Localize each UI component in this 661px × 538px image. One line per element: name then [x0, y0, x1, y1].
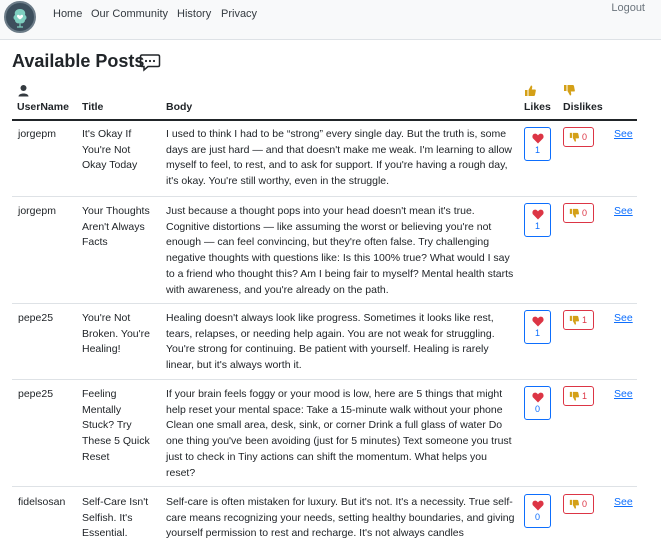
dislike-count: 0	[582, 132, 588, 142]
row-title: Self-Care Isn't Selfish. It's Essential.	[82, 496, 149, 538]
dislike-button[interactable]: 1	[563, 310, 594, 330]
heart-icon	[532, 209, 544, 220]
row-username: pepe25	[18, 312, 54, 324]
header-username: UserName	[17, 101, 69, 113]
row-body: Healing doesn't always look like progres…	[166, 312, 495, 372]
header-likes: Likes	[524, 101, 551, 113]
header-title: Title	[82, 101, 104, 113]
row-divider	[12, 196, 637, 197]
row-username: fidelsosan	[18, 496, 66, 508]
row-title: Your Thoughts Aren't Always Facts	[82, 205, 150, 249]
dislike-count: 0	[582, 208, 588, 218]
nav-our-community-link[interactable]: Our Community	[91, 8, 168, 20]
like-button[interactable]: 1	[524, 310, 551, 344]
like-count: 1	[534, 328, 540, 338]
row-body: Self-care is often mistaken for luxury. …	[166, 496, 515, 538]
heart-icon	[532, 500, 544, 511]
row-username: jorgepm	[18, 128, 56, 140]
row-username: jorgepm	[18, 205, 56, 217]
row-username: pepe25	[18, 388, 54, 400]
heart-icon	[532, 316, 544, 327]
logout-link[interactable]: Logout	[611, 2, 645, 14]
like-button[interactable]: 1	[524, 203, 551, 237]
row-title: Feeling Mentally Stuck? Try These 5 Quic…	[82, 388, 150, 463]
thumbs-down-icon	[569, 132, 580, 142]
dislike-button[interactable]: 0	[563, 203, 594, 223]
like-count: 1	[534, 221, 540, 231]
nav-home-link[interactable]: Home	[53, 8, 82, 20]
heart-icon	[532, 392, 544, 403]
row-body: If your brain feels foggy or your mood i…	[166, 388, 512, 479]
dislike-button[interactable]: 1	[563, 386, 594, 406]
dislike-count: 1	[582, 391, 588, 401]
navbar: Home Our Community History Privacy Logou…	[0, 0, 661, 40]
nav-privacy-link[interactable]: Privacy	[221, 8, 257, 20]
see-post-link[interactable]: See	[614, 388, 633, 400]
heart-icon	[532, 133, 544, 144]
dislike-count: 0	[582, 499, 588, 509]
thumbs-down-icon	[563, 84, 576, 97]
header-divider	[12, 119, 637, 121]
dislike-button[interactable]: 0	[563, 494, 594, 514]
nav-history-link[interactable]: History	[177, 8, 211, 20]
row-divider	[12, 303, 637, 304]
like-count: 0	[534, 404, 540, 414]
chat-bubble-icon	[139, 53, 161, 72]
see-post-link[interactable]: See	[614, 496, 633, 508]
row-body: I used to think I had to be “strong” eve…	[166, 128, 513, 188]
row-title: You're Not Broken. You're Healing!	[82, 312, 150, 356]
header-dislikes: Dislikes	[563, 101, 603, 113]
like-count: 1	[534, 145, 540, 155]
see-post-link[interactable]: See	[614, 312, 633, 324]
like-button[interactable]: 0	[524, 386, 551, 420]
dislike-button[interactable]: 0	[563, 127, 594, 147]
row-title: It's Okay If You're Not Okay Today	[82, 128, 138, 172]
thumbs-down-icon	[569, 391, 580, 401]
thumbs-up-icon	[524, 84, 537, 97]
brain-heart-logo[interactable]	[4, 1, 36, 33]
like-count: 0	[534, 512, 540, 522]
see-post-link[interactable]: See	[614, 128, 633, 140]
like-button[interactable]: 1	[524, 127, 551, 161]
person-icon	[17, 84, 30, 97]
row-divider	[12, 486, 637, 487]
thumbs-down-icon	[569, 315, 580, 325]
like-button[interactable]: 0	[524, 494, 551, 528]
row-body: Just because a thought pops into your he…	[166, 205, 514, 296]
page-title: Available Posts	[12, 51, 145, 71]
header-body: Body	[166, 101, 193, 113]
row-divider	[12, 379, 637, 380]
thumbs-down-icon	[569, 208, 580, 218]
thumbs-down-icon	[569, 499, 580, 509]
dislike-count: 1	[582, 315, 588, 325]
see-post-link[interactable]: See	[614, 205, 633, 217]
